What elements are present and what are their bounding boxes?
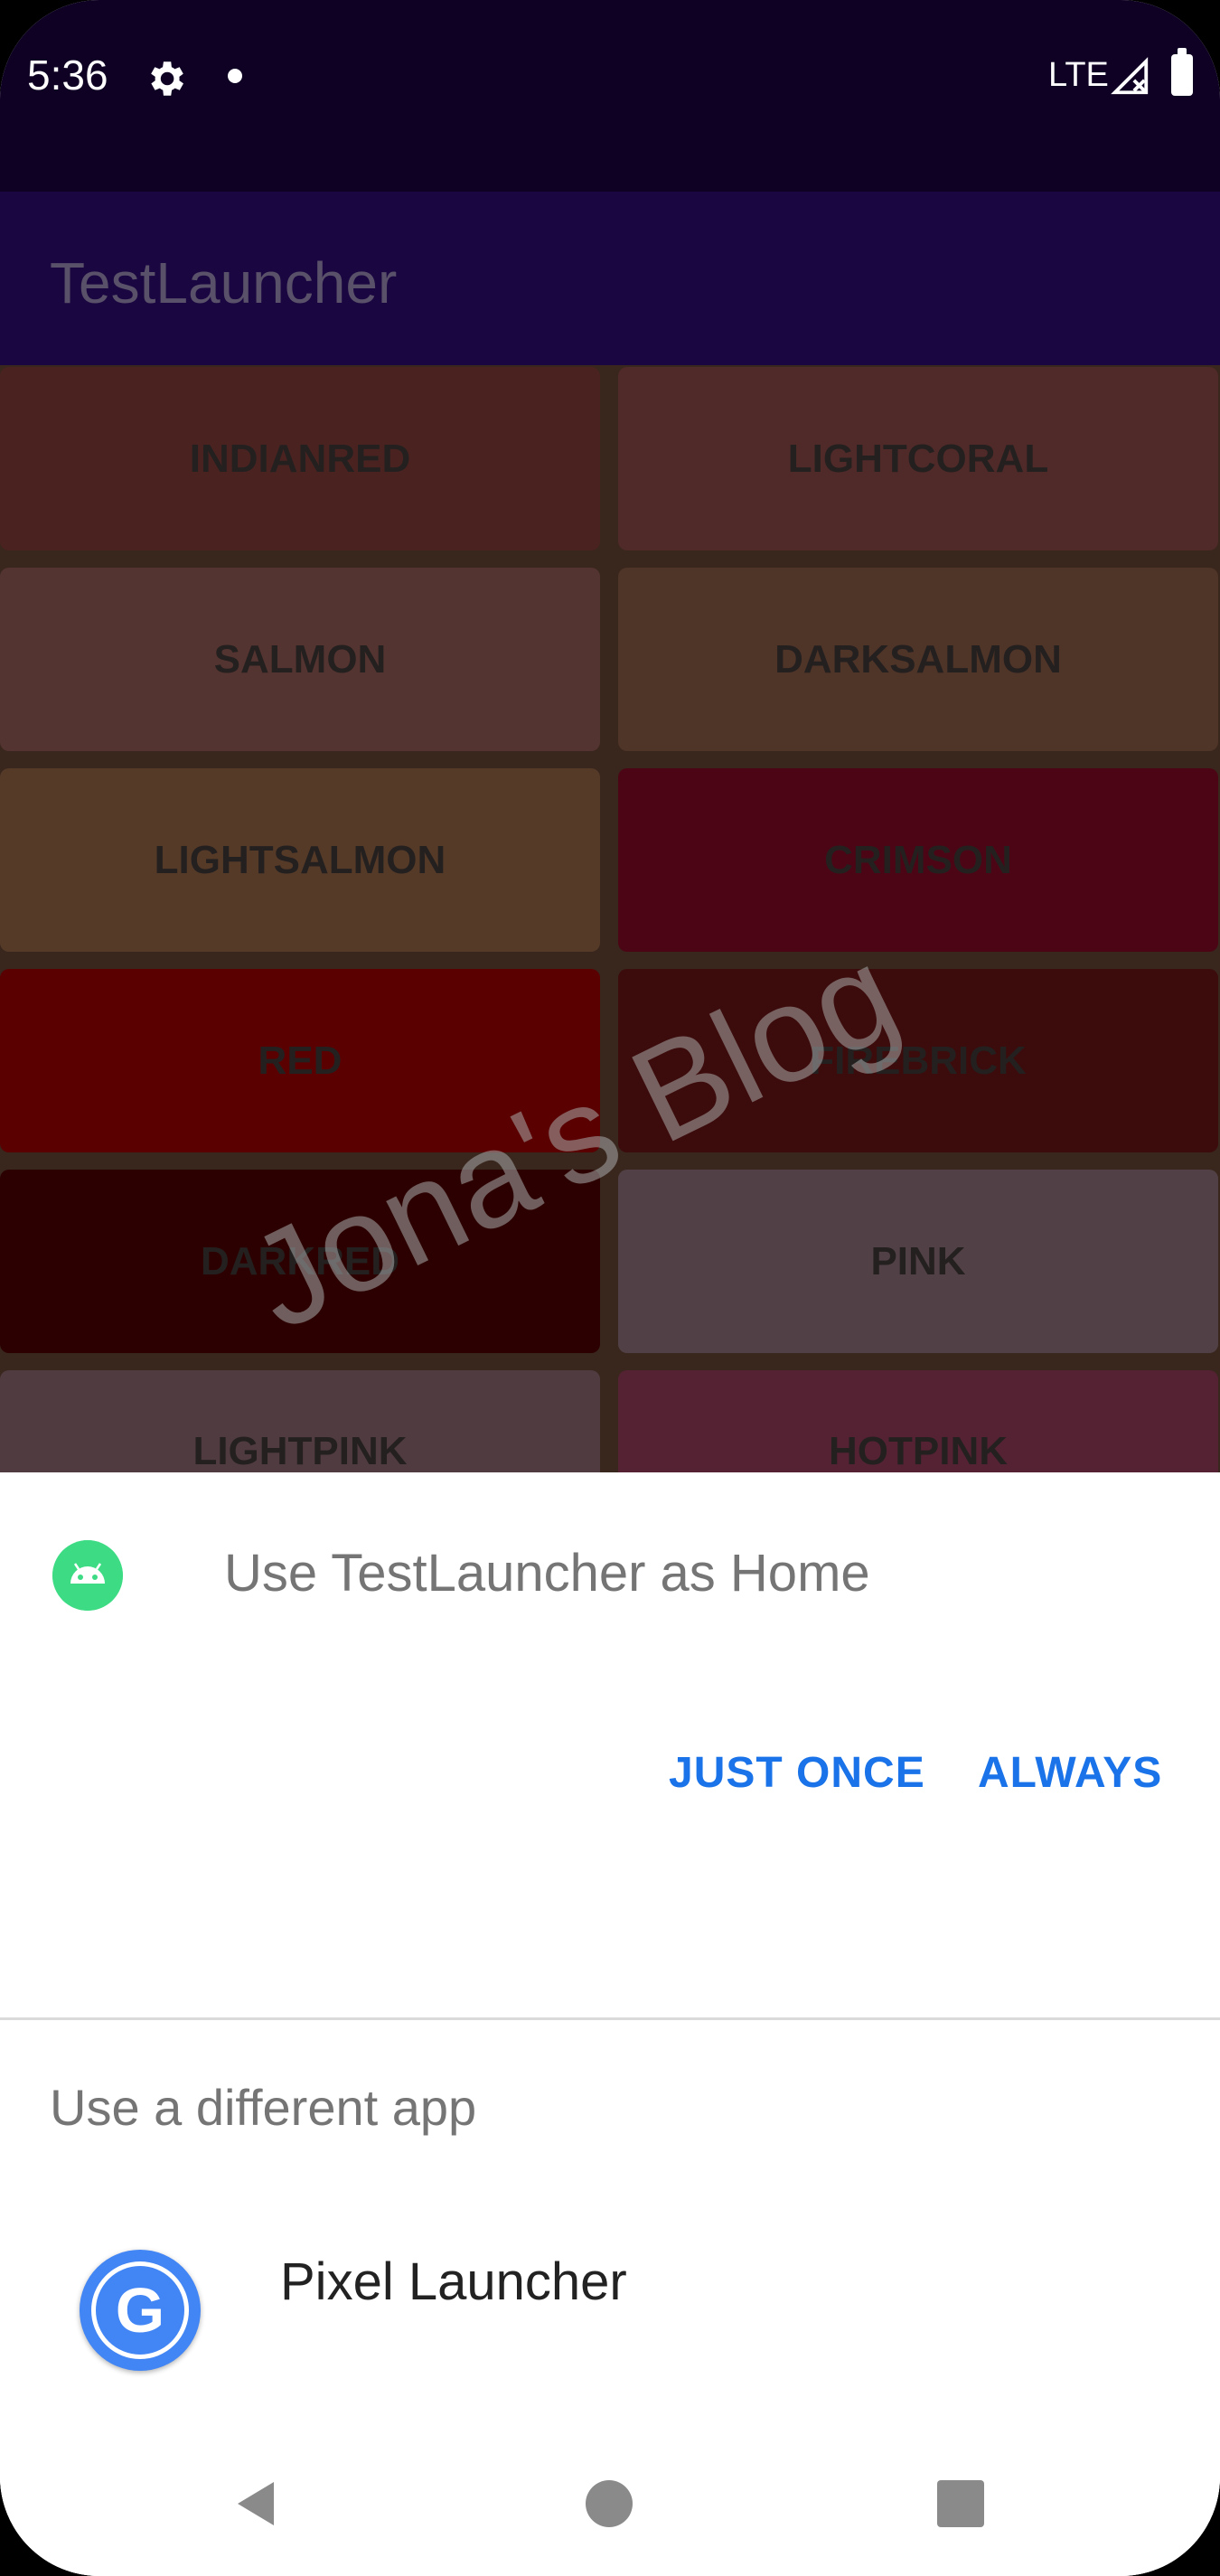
pixel-launcher-option[interactable]: Pixel Launcher [280,2252,627,2312]
network-type: LTE [1048,56,1109,94]
color-grid: INDIANRED LIGHTCORAL SALMON DARKSALMON L… [0,365,1220,1554]
color-tile[interactable]: LIGHTCORAL [618,367,1218,550]
tile-label: FIREBRICK [810,1038,1027,1083]
tile-label: LIGHTCORAL [787,436,1049,481]
color-tile[interactable]: PINK [618,1170,1218,1353]
notification-dot-icon [228,69,242,83]
gear-icon [151,61,183,96]
back-icon[interactable] [230,2477,285,2531]
color-tile[interactable]: RED [0,969,600,1152]
google-g-icon[interactable]: G [80,2250,201,2371]
different-app-label: Use a different app [50,2079,477,2136]
color-tile[interactable]: INDIANRED [0,367,600,550]
recents-icon[interactable] [937,2480,984,2527]
tile-label: RED [258,1038,343,1083]
tile-label: SALMON [213,636,387,682]
android-icon [52,1540,123,1611]
divider [0,2017,1220,2020]
tile-label: CRIMSON [824,837,1012,882]
tile-label: LIGHTPINK [192,1429,408,1473]
battery-icon [1171,48,1193,96]
just-once-button[interactable]: JUST ONCE [669,1748,925,1798]
color-tile[interactable]: LIGHTSALMON [0,768,600,952]
tile-label: LIGHTSALMON [154,837,446,882]
tile-label: PINK [870,1238,966,1283]
status-bar: 5:36 LTE [0,0,1220,192]
sheet-title: Use TestLauncher as Home [224,1544,870,1603]
color-tile[interactable]: DARKRED [0,1170,600,1353]
color-tile[interactable]: FIREBRICK [618,969,1218,1152]
color-tile[interactable]: SALMON [0,568,600,751]
choose-home-sheet: Use TestLauncher as Home JUST ONCE ALWAY… [0,1472,1220,2576]
status-time: 5:36 [27,52,108,99]
tile-label: INDIANRED [189,436,411,481]
home-icon[interactable] [586,2480,633,2527]
always-button[interactable]: ALWAYS [978,1748,1162,1798]
app-title: TestLauncher [50,250,398,315]
color-tile[interactable]: CRIMSON [618,768,1218,952]
app-bar: TestLauncher [0,192,1220,365]
nav-bar [0,2431,1220,2576]
signal-icon [1111,57,1149,95]
tile-label: HOTPINK [829,1429,1008,1473]
tile-label: DARKRED [201,1238,399,1283]
tile-label: DARKSALMON [774,636,1062,682]
google-g-glyph: G [91,2261,189,2359]
color-tile[interactable]: DARKSALMON [618,568,1218,751]
screen: 5:36 LTE TestLauncher INDIANRED LIGHTCOR… [0,0,1220,2576]
